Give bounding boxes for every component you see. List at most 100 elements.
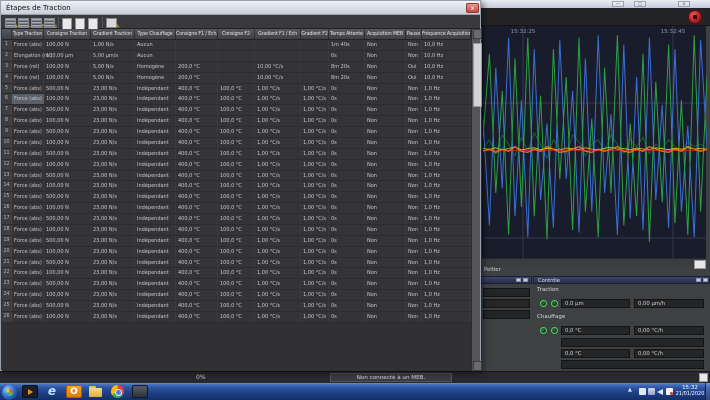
table-cell[interactable]	[218, 62, 255, 72]
table-cell[interactable]: Homogène	[135, 73, 176, 83]
row-number[interactable]: 4	[2, 73, 12, 83]
row-number[interactable]: 11	[2, 149, 12, 159]
table-cell[interactable]: Indépendant	[135, 181, 176, 191]
row-number[interactable]: 12	[2, 160, 12, 170]
table-cell[interactable]: Non	[406, 138, 422, 148]
table-cell[interactable]: Aucun	[135, 51, 176, 61]
controle-restore-icon[interactable]	[696, 278, 701, 283]
table-cell[interactable]: 100,00 N	[44, 268, 91, 278]
table-cell[interactable]: 1,00 °C/s	[255, 290, 301, 300]
table-cell[interactable]: 100,0 °C	[218, 268, 255, 278]
traction-rate-field[interactable]: 0,00 µm/h	[634, 299, 704, 308]
table-cell[interactable]: Indépendant	[135, 127, 176, 137]
table-cell[interactable]: 500,00 N	[44, 214, 91, 224]
table-cell[interactable]: 1,00 °C/s	[301, 127, 329, 137]
table-cell[interactable]: 100,0 °C	[218, 105, 255, 115]
table-row[interactable]: 11Force (abs)500,00 N23,00 N/sIndépendan…	[2, 149, 471, 160]
table-cell[interactable]: 400,0 °C	[176, 236, 218, 246]
table-cell[interactable]: 100,0 °C	[218, 94, 255, 104]
scroll-up-icon[interactable]	[473, 29, 483, 39]
table-cell[interactable]: 1,0 Hz	[422, 181, 471, 191]
table-cell[interactable]: 0s	[329, 105, 365, 115]
table-cell[interactable]: 400,0 °C	[176, 160, 218, 170]
row-number[interactable]: 15	[2, 192, 12, 202]
table-cell[interactable]: Indépendant	[135, 236, 176, 246]
table-cell[interactable]: Indépendant	[135, 160, 176, 170]
table-cell[interactable]: Indépendant	[135, 116, 176, 126]
table-cell[interactable]: 100,00 N	[44, 138, 91, 148]
table-cell[interactable]: 1,00 °C/s	[301, 192, 329, 202]
table-cell[interactable]: 500,00 N	[44, 236, 91, 246]
row-number[interactable]: 9	[2, 127, 12, 137]
table-cell[interactable]	[301, 40, 329, 50]
table-cell[interactable]	[176, 51, 218, 61]
chauffage-value-field-2[interactable]: 0,0 °C	[561, 349, 630, 358]
table-cell[interactable]: Indépendant	[135, 138, 176, 148]
table-row[interactable]: 4Force (rel)100,00 N5,00 N/sHomogène200,…	[2, 73, 471, 84]
table-cell[interactable]: 1,00 °C/s	[255, 247, 301, 257]
close-button[interactable]: ✕	[678, 1, 690, 7]
table-cell[interactable]: 1,00 °C/s	[255, 138, 301, 148]
table-cell[interactable]: 1,00 °C/s	[301, 138, 329, 148]
table-cell[interactable]: 1,00 °C/s	[301, 258, 329, 268]
table-cell[interactable]: 1,00 N/s	[91, 40, 135, 50]
table-cell[interactable]	[301, 51, 329, 61]
table-cell[interactable]: Non	[365, 51, 406, 61]
table-cell[interactable]: 1,00 °C/s	[301, 301, 329, 311]
table-cell[interactable]: 1,00 °C/s	[255, 192, 301, 202]
taskbar-chrome-icon[interactable]	[110, 385, 126, 398]
table-cell[interactable]: 23,00 N/s	[91, 214, 135, 224]
table-cell[interactable]: 400,0 °C	[176, 279, 218, 289]
etapes-close-button[interactable]: x	[466, 3, 479, 13]
table-cell[interactable]: 23,00 N/s	[91, 192, 135, 202]
table-cell[interactable]: 100,0 °C	[218, 247, 255, 257]
scrollbar-thumb[interactable]	[473, 43, 483, 107]
table-cell[interactable]: 0s	[329, 290, 365, 300]
table-cell[interactable]: 100,0 °C	[218, 290, 255, 300]
table-cell[interactable]: Force (abs)	[12, 290, 44, 300]
table-cell[interactable]: 23,00 N/s	[91, 258, 135, 268]
table-row[interactable]: 12Force (abs)100,00 N23,00 N/sIndépendan…	[2, 160, 471, 171]
table-cell[interactable]: 100,00 N	[44, 73, 91, 83]
row-number[interactable]: 14	[2, 181, 12, 191]
column-header[interactable]: Pause	[406, 29, 422, 39]
table-cell[interactable]	[301, 73, 329, 83]
table-cell[interactable]	[255, 40, 301, 50]
table-cell[interactable]: 100,0 °C	[218, 127, 255, 137]
table-cell[interactable]: 1,00 °C/s	[255, 94, 301, 104]
table-cell[interactable]: 1,0 Hz	[422, 214, 471, 224]
table-cell[interactable]: 23,00 N/s	[91, 236, 135, 246]
table-row[interactable]: 6Force (abs)100,00 N23,00 N/sIndépendant…	[2, 94, 471, 105]
table-cell[interactable]: Non	[365, 116, 406, 126]
table-cell[interactable]: Non	[365, 301, 406, 311]
table-cell[interactable]: 500,00 N	[44, 105, 91, 115]
table-cell[interactable]: Non	[365, 160, 406, 170]
table-cell[interactable]: 1,00 °C/s	[255, 116, 301, 126]
table-cell[interactable]: 100,00 N	[44, 40, 91, 50]
chauffage-value-field-1[interactable]: 0,0 °C	[561, 326, 630, 335]
table-cell[interactable]: Force (abs)	[12, 268, 44, 278]
table-cell[interactable]: 1,00 °C/s	[255, 127, 301, 137]
table-cell[interactable]: Indépendant	[135, 203, 176, 213]
table-cell[interactable]: 400,0 °C	[176, 94, 218, 104]
chart-scrollbar[interactable]	[482, 258, 706, 267]
table-cell[interactable]: Force (abs)	[12, 203, 44, 213]
chauffage-empty-field-2[interactable]	[561, 360, 704, 369]
table-cell[interactable]: 1,00 °C/s	[255, 203, 301, 213]
table-cell[interactable]: Indépendant	[135, 171, 176, 181]
table-cell[interactable]: 400,0 °C	[176, 290, 218, 300]
table-cell[interactable]: 10,0 Hz	[422, 73, 471, 83]
table-cell[interactable]: 200,0 °C	[176, 62, 218, 72]
table-cell[interactable]: Non	[406, 268, 422, 278]
row-number[interactable]: 10	[2, 138, 12, 148]
table-cell[interactable]: 23,00 N/s	[91, 301, 135, 311]
table-cell[interactable]: 100,00 N	[44, 160, 91, 170]
table-cell[interactable]: 1m 40s	[329, 40, 365, 50]
table-cell[interactable]: Non	[365, 203, 406, 213]
table-cell[interactable]: Force (abs)	[12, 149, 44, 159]
table-cell[interactable]: 100,0 °C	[218, 138, 255, 148]
table-cell[interactable]: 400,0 °C	[176, 214, 218, 224]
row-number[interactable]: 20	[2, 247, 12, 257]
start-button[interactable]	[2, 385, 17, 400]
maximize-button[interactable]: □	[634, 1, 646, 7]
